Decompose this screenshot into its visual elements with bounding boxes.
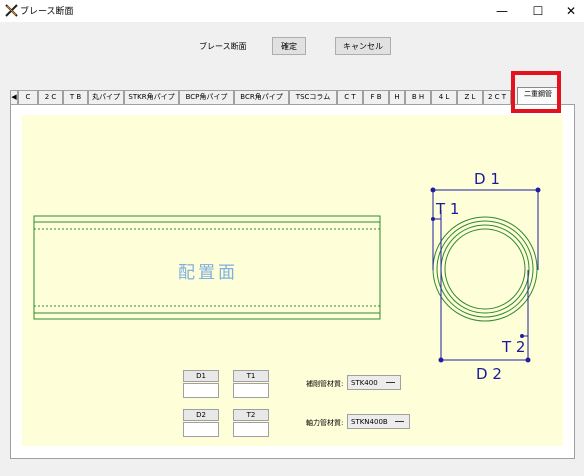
d1-label: D1 <box>183 370 219 382</box>
t2-label: T2 <box>233 409 269 421</box>
t2-input[interactable] <box>233 422 269 437</box>
d2-label: D2 <box>183 409 219 421</box>
section-drawing <box>33 187 541 363</box>
reinforcement-material-label: 補剛管材質: <box>306 380 344 388</box>
reinforcement-material-select[interactable]: STK400 <box>347 375 401 390</box>
t1-label: T1 <box>233 370 269 382</box>
axial-material-label: 軸力管材質: <box>306 419 344 427</box>
axial-material-select[interactable]: STKN400B <box>347 414 410 429</box>
d2-input[interactable] <box>183 422 219 437</box>
t1-dimension-label: T 1 <box>436 200 460 218</box>
highlight-box <box>511 71 561 113</box>
t1-input[interactable] <box>233 383 269 398</box>
dropdown-icon <box>386 382 395 383</box>
d1-dimension-label: D 1 <box>474 170 500 188</box>
axial-material-value: STKN400B <box>351 417 388 426</box>
d2-dimension-label: D 2 <box>476 365 502 383</box>
reinforcement-material-value: STK400 <box>351 378 378 387</box>
placement-face-label: 配置面 <box>178 263 238 283</box>
d1-input[interactable] <box>183 383 219 398</box>
t2-dimension-label: T 2 <box>502 338 526 356</box>
dropdown-icon <box>395 421 404 422</box>
pipe-cross-section <box>432 216 538 322</box>
